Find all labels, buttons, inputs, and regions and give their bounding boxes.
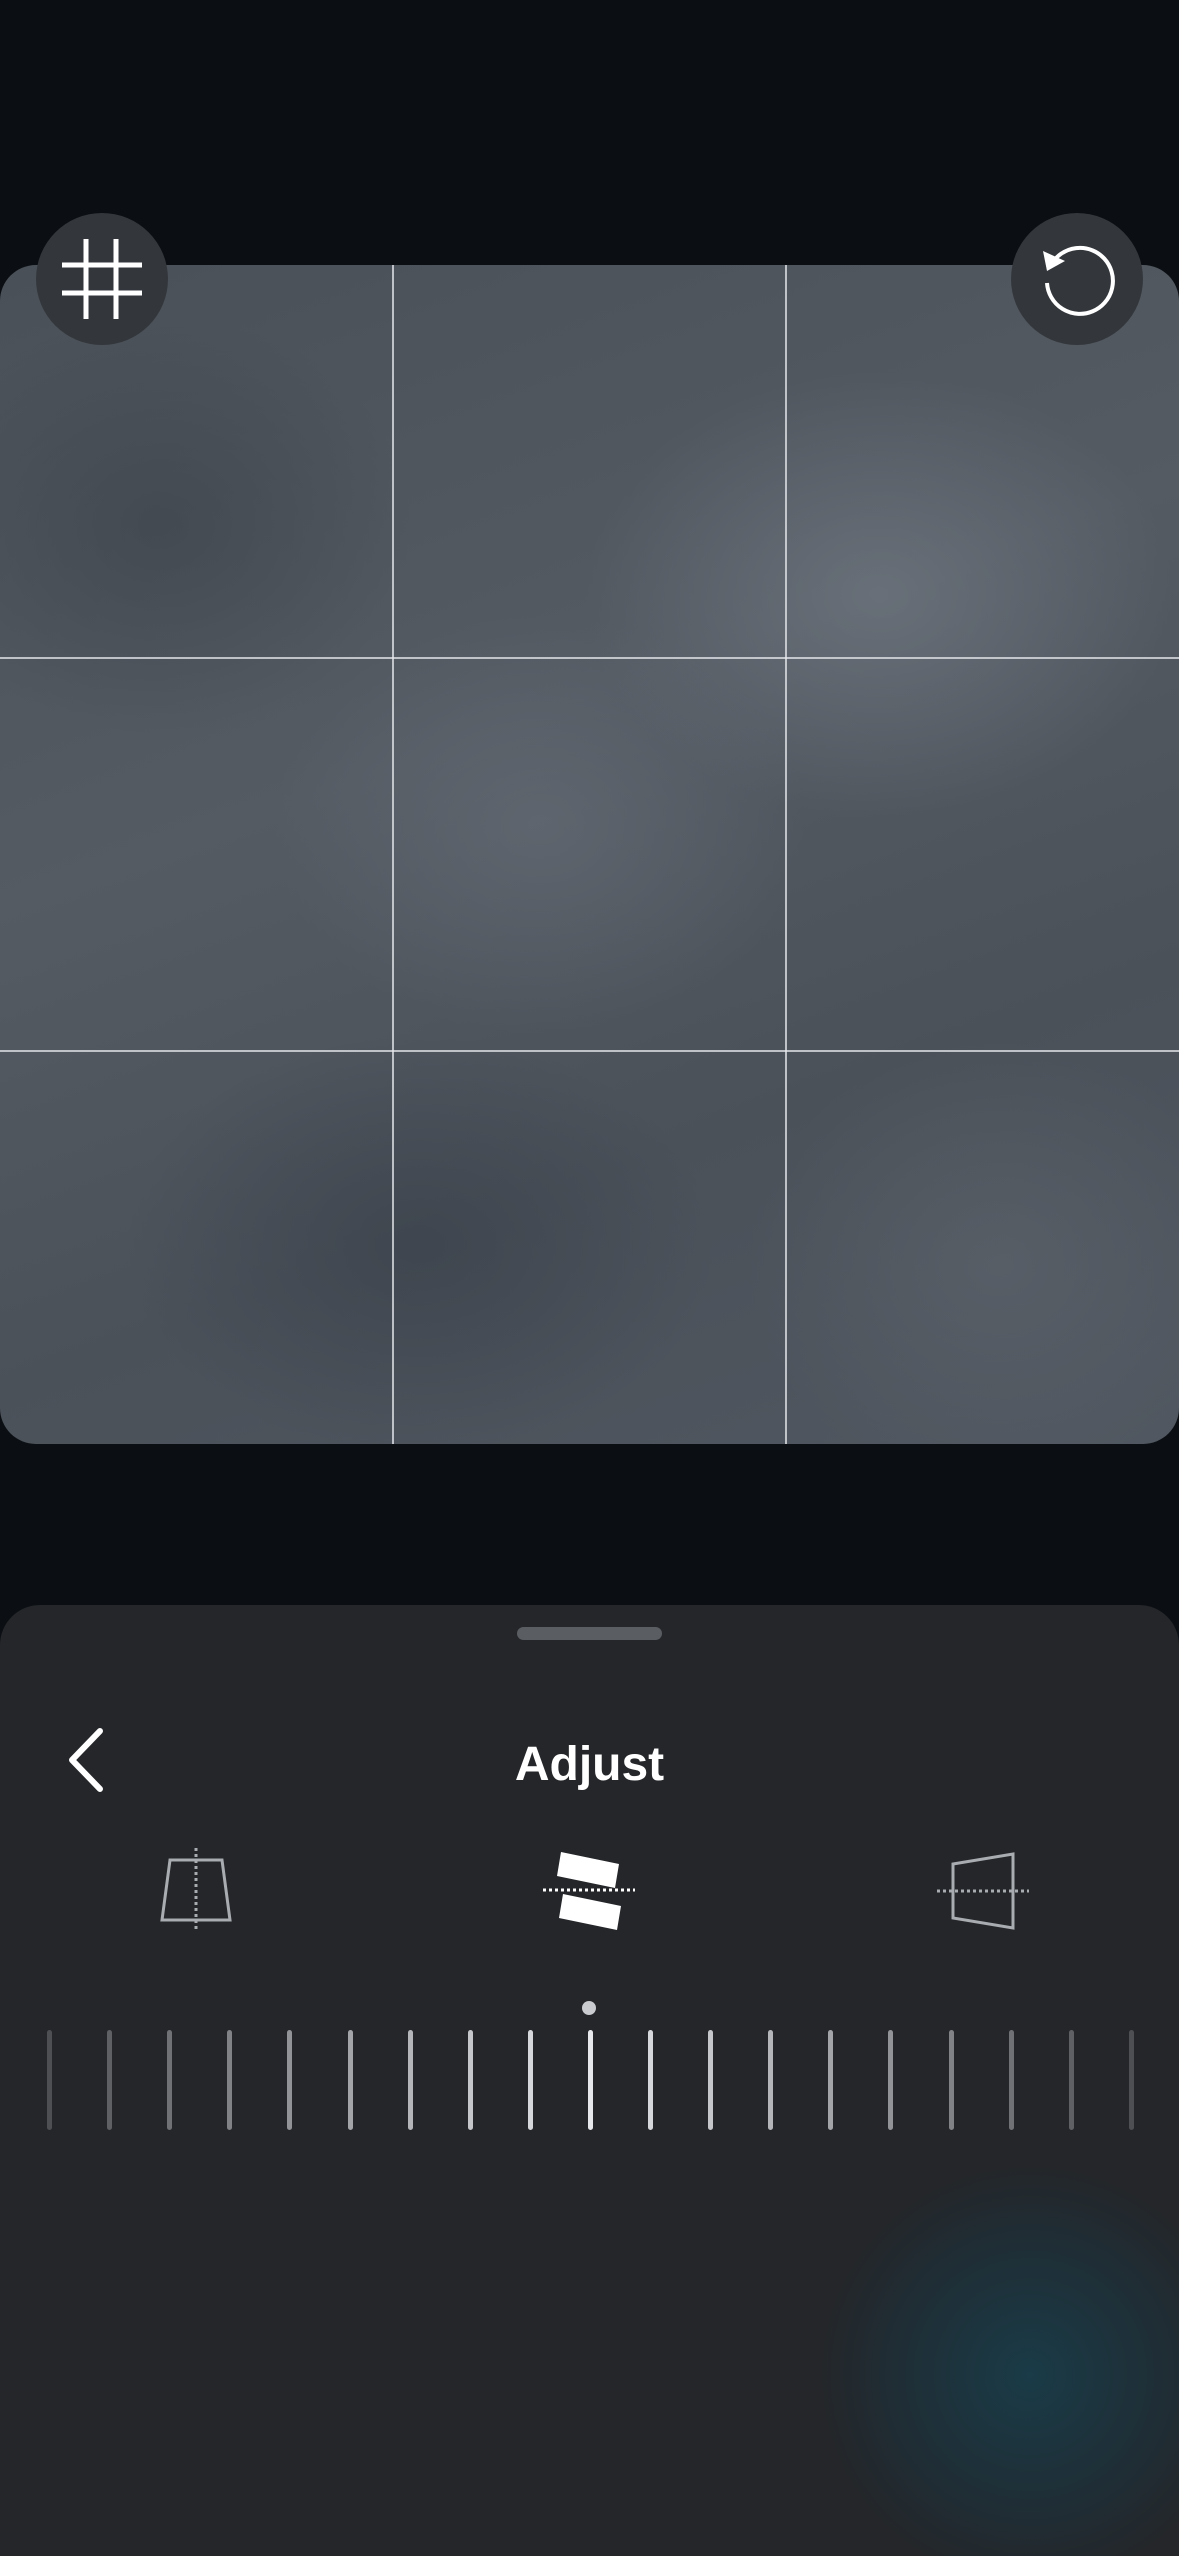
dial-indicator xyxy=(582,2001,596,2015)
dial-tick xyxy=(227,2030,233,2130)
photo-preview[interactable] xyxy=(0,265,1179,1444)
dial-tick xyxy=(407,2030,413,2130)
grid-line xyxy=(0,657,1179,659)
reset-button[interactable] xyxy=(1011,213,1143,345)
dial-tick xyxy=(107,2030,113,2130)
sheet-glow xyxy=(820,2165,1179,2556)
dial-tick xyxy=(948,2030,954,2130)
grid-line xyxy=(392,265,394,1444)
dial-tick xyxy=(1068,2030,1074,2130)
sheet-title: Adjust xyxy=(514,1738,665,1791)
grid-toggle-button[interactable] xyxy=(36,213,168,345)
dial-tick xyxy=(828,2030,834,2130)
dial-tick xyxy=(1128,2030,1134,2130)
grid-line xyxy=(0,1050,1179,1052)
dial-tick xyxy=(768,2030,774,2130)
vertical-perspective-icon xyxy=(160,1848,232,1932)
straighten-icon xyxy=(543,1852,635,1930)
horizontal-perspective-button[interactable] xyxy=(923,1830,1043,1950)
rotation-dial[interactable] xyxy=(0,2030,1179,2140)
dial-tick xyxy=(467,2030,473,2130)
vertical-perspective-button[interactable] xyxy=(136,1830,256,1950)
dial-tick xyxy=(648,2030,653,2130)
adjust-screen: Adjust xyxy=(0,0,1179,2556)
sheet-grabber[interactable] xyxy=(517,1627,662,1640)
dial-tick xyxy=(587,2030,593,2130)
adjust-sheet: Adjust xyxy=(0,1605,1179,2556)
dial-tick xyxy=(527,2030,533,2130)
dial-tick xyxy=(1008,2030,1014,2130)
dial-tick xyxy=(888,2030,894,2130)
reset-rotate-icon xyxy=(1043,245,1115,316)
dial-tick xyxy=(47,2030,52,2130)
horizontal-perspective-icon xyxy=(937,1852,1029,1930)
grid-icon xyxy=(62,239,142,319)
dial-tick xyxy=(167,2030,173,2130)
straighten-button[interactable] xyxy=(529,1830,649,1950)
dial-tick xyxy=(347,2030,353,2130)
grid-line xyxy=(785,265,787,1444)
dial-tick xyxy=(708,2030,714,2130)
dial-tick xyxy=(287,2030,293,2130)
